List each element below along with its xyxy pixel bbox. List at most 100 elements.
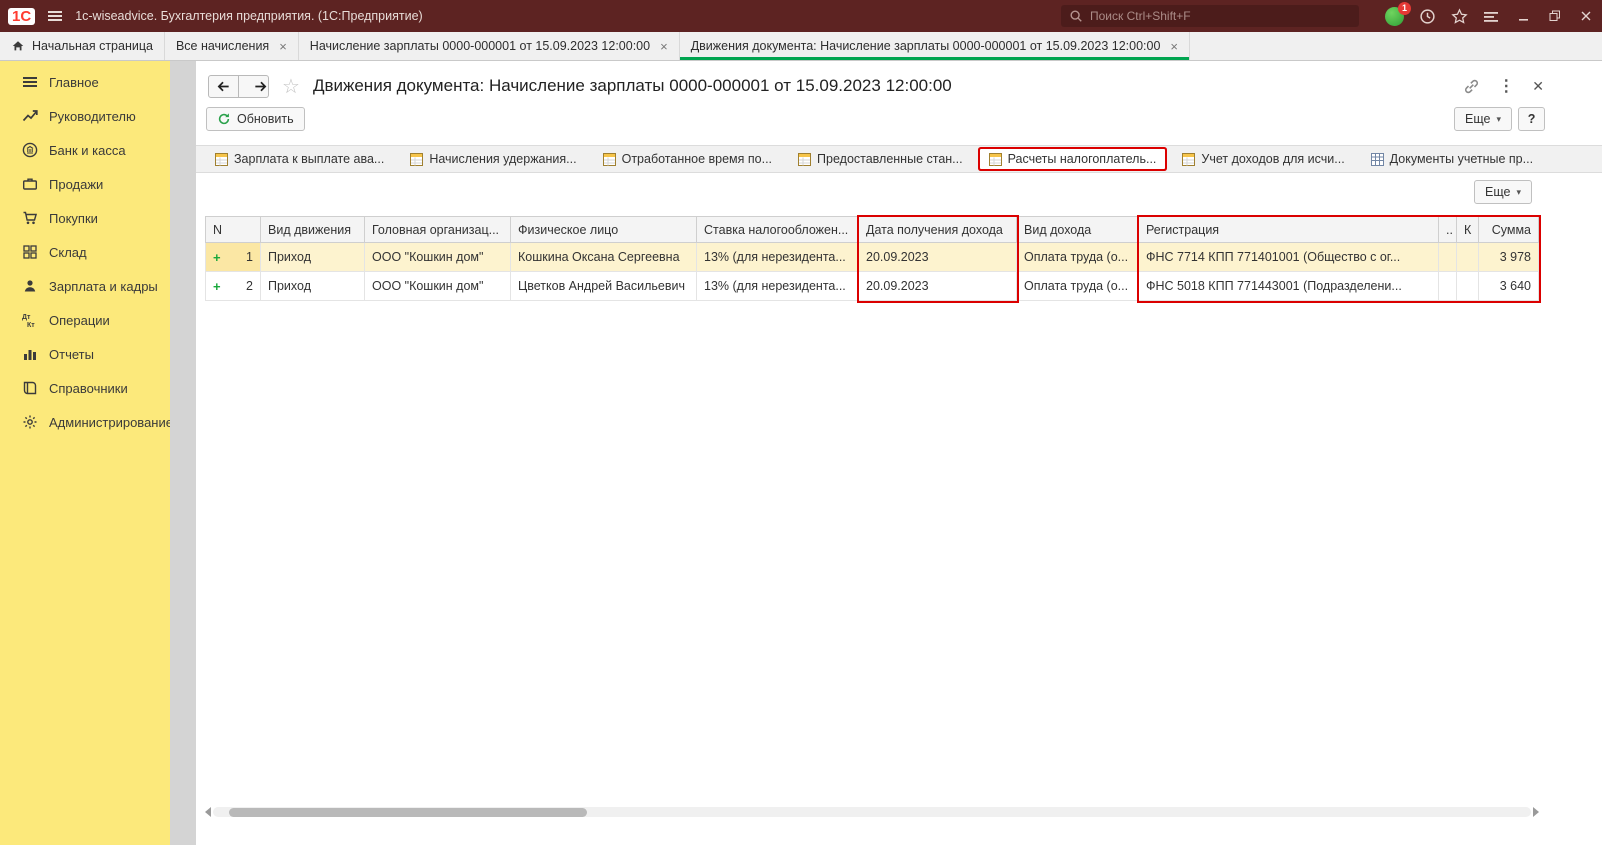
favorite-star-icon[interactable]: ☆	[282, 74, 300, 99]
register-tab-label: Документы учетные пр...	[1389, 152, 1534, 166]
table-cell[interactable]	[1439, 243, 1457, 271]
horizontal-scrollbar[interactable]	[205, 806, 1539, 818]
register-tab[interactable]: Предоставленные стан...	[789, 149, 972, 169]
column-header[interactable]: Дата получения дохода	[859, 217, 1017, 242]
tab-home[interactable]: Начальная страница	[0, 32, 165, 60]
sidebar-item-sales[interactable]: Продажи	[0, 167, 170, 201]
support-icon[interactable]: 1	[1385, 1, 1411, 26]
scrollbar-track[interactable]	[213, 807, 1531, 817]
sidebar-item-sections[interactable]: Главное	[0, 65, 170, 99]
history-icon[interactable]	[1419, 8, 1436, 25]
table-cell[interactable]: 20.09.2023	[859, 272, 1017, 300]
table-cell[interactable]	[1457, 272, 1479, 300]
scroll-right-icon[interactable]	[1533, 807, 1539, 817]
sidebar-item-cart[interactable]: Покупки	[0, 201, 170, 235]
register-tab[interactable]: Начисления удержания...	[401, 149, 585, 169]
register-tab[interactable]: Зарплата к выплате ава...	[206, 149, 393, 169]
refresh-button[interactable]: Обновить	[206, 107, 305, 131]
expand-row-icon[interactable]: +	[213, 279, 221, 294]
favorites-star-icon[interactable]	[1451, 7, 1468, 25]
sidebar-item-label: Операции	[49, 312, 110, 328]
window-tab[interactable]: Все начисления ×	[165, 32, 299, 60]
table-body: +1 Приход ООО "Кошкин дом" Кошкина Оксана С…	[205, 243, 1539, 301]
column-header[interactable]: ..	[1439, 217, 1457, 242]
toolbar-right: Еще ▾ ?	[1454, 107, 1545, 131]
table-cell[interactable]: +2	[205, 272, 261, 300]
table-cell[interactable]: 3 978	[1479, 243, 1539, 271]
table-cell[interactable]: ФНС 7714 КПП 771401001 (Общество с ог...	[1139, 243, 1439, 271]
window-tab[interactable]: Начисление зарплаты 0000-000001 от 15.09…	[299, 32, 680, 60]
scrollbar-thumb[interactable]	[229, 807, 587, 817]
expand-row-icon[interactable]: +	[213, 250, 221, 265]
global-search-input[interactable]: Поиск Ctrl+Shift+F	[1061, 5, 1359, 27]
register-tab[interactable]: Отработанное время по...	[594, 149, 781, 169]
table-cell[interactable]: 3 640	[1479, 272, 1539, 300]
close-button[interactable]	[1580, 10, 1592, 22]
minimize-button[interactable]	[1518, 10, 1530, 22]
more-button[interactable]: Еще ▾	[1454, 107, 1512, 131]
tab-close-icon[interactable]: ×	[1170, 39, 1178, 54]
table-cell[interactable]: Цветков Андрей Васильевич	[511, 272, 697, 300]
help-button[interactable]: ?	[1518, 107, 1545, 131]
table-cell[interactable]	[1457, 243, 1479, 271]
refresh-icon	[217, 112, 231, 126]
sidebar-item-trend[interactable]: Руководителю	[0, 99, 170, 133]
row-number: 1	[246, 250, 253, 264]
column-header[interactable]: Регистрация	[1139, 217, 1439, 242]
table-cell[interactable]: Приход	[261, 272, 365, 300]
table-cell[interactable]: Оплата труда (о...	[1017, 272, 1139, 300]
register-tab-label: Расчеты налогоплатель...	[1007, 152, 1157, 166]
table-cell[interactable]	[1439, 272, 1457, 300]
table-cell[interactable]: 20.09.2023	[859, 243, 1017, 271]
table-cell[interactable]: ФНС 5018 КПП 771443001 (Подразделени...	[1139, 272, 1439, 300]
table-row[interactable]: +1 Приход ООО "Кошкин дом" Кошкина Оксана С…	[205, 243, 1539, 272]
window-tab[interactable]: Движения документа: Начисление зарплаты …	[679, 32, 1190, 60]
scroll-left-icon[interactable]	[205, 807, 211, 817]
back-button[interactable]	[208, 74, 239, 98]
table-row[interactable]: +2 Приход ООО "Кошкин дом" Цветков Андрей В…	[205, 272, 1539, 301]
column-header[interactable]: Физическое лицо	[511, 217, 697, 242]
restore-button[interactable]	[1549, 10, 1561, 22]
column-header[interactable]: Головная организац...	[365, 217, 511, 242]
column-header[interactable]: N	[205, 217, 261, 242]
table-more-button[interactable]: Еще ▾	[1474, 180, 1532, 204]
column-header[interactable]: Сумма	[1479, 217, 1539, 242]
table-cell[interactable]: Оплата труда (о...	[1017, 243, 1139, 271]
window-title: 1c-wiseadvice. Бухгалтерия предприятия. …	[75, 9, 423, 23]
sidebar-item-report[interactable]: Отчеты	[0, 337, 170, 371]
column-header[interactable]: К	[1457, 217, 1479, 242]
column-header[interactable]: Ставка налогообложен...	[697, 217, 859, 242]
table-cell[interactable]: 13% (для нерезидента...	[697, 243, 859, 271]
table-cell[interactable]: Приход	[261, 243, 365, 271]
sidebar-item-book[interactable]: Справочники	[0, 371, 170, 405]
main-menu-icon[interactable]	[47, 8, 63, 24]
sidebar-item-warehouse[interactable]: Склад	[0, 235, 170, 269]
sidebar-item-label: Продажи	[49, 176, 104, 192]
table-cell[interactable]: ООО "Кошкин дом"	[365, 272, 511, 300]
sidebar-item-gear[interactable]: Администрирование	[0, 405, 173, 439]
link-icon[interactable]	[1463, 78, 1480, 95]
tab-close-icon[interactable]: ×	[279, 39, 287, 54]
column-header[interactable]: Вид дохода	[1017, 217, 1139, 242]
reg-icon	[988, 152, 1002, 166]
more-menu-icon[interactable]: ⋮	[1498, 76, 1514, 96]
sidebar-item-dtkt[interactable]: Дт Кт Операции	[0, 303, 170, 337]
sections-icon	[22, 74, 38, 90]
register-tab[interactable]: Учет доходов для исчи...	[1173, 149, 1353, 169]
table-cell[interactable]: 13% (для нерезидента...	[697, 272, 859, 300]
tools-menu-icon[interactable]	[1483, 8, 1499, 24]
tab-close-icon[interactable]: ×	[660, 39, 668, 54]
column-header[interactable]: Вид движения	[261, 217, 365, 242]
sidebar-item-people[interactable]: Зарплата и кадры	[0, 269, 170, 303]
sidebar-item-bank[interactable]: Банк и касса	[0, 133, 170, 167]
register-tab[interactable]: Расчеты налогоплатель...	[979, 149, 1166, 169]
register-tab[interactable]: Документы учетные пр...	[1362, 149, 1542, 169]
table-cell[interactable]: Кошкина Оксана Сергеевна	[511, 243, 697, 271]
table-cell[interactable]: ООО "Кошкин дом"	[365, 243, 511, 271]
forward-button[interactable]	[238, 74, 269, 98]
report-icon	[22, 346, 38, 362]
sidebar-item-label: Зарплата и кадры	[49, 278, 158, 294]
sidebar-item-label: Главное	[49, 74, 99, 90]
table-cell[interactable]: +1	[205, 243, 261, 271]
close-form-icon[interactable]: ✕	[1532, 78, 1544, 95]
